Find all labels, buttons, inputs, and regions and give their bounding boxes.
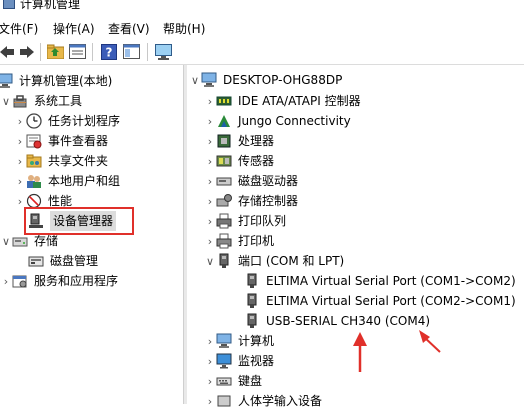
red-arrow-up (353, 332, 367, 372)
red-arrow-diagonal (419, 330, 441, 353)
annotation-arrows (353, 330, 441, 372)
